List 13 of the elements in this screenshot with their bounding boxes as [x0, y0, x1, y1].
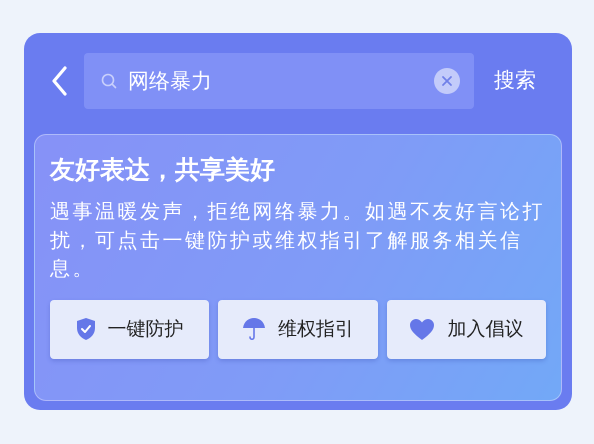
back-icon — [51, 66, 67, 96]
action-button[interactable]: 一键防护 — [50, 300, 210, 358]
search-icon — [101, 73, 117, 89]
clear-button[interactable] — [434, 68, 460, 94]
heart-icon — [409, 318, 436, 340]
shield-icon — [76, 317, 96, 341]
action-button[interactable]: 加入倡议 — [386, 300, 546, 358]
card-description: 遇事温暖发声，拒绝网络暴力。如遇不友好言论打扰，可点击一键防护或维权指引了解服务相关信息。 — [50, 198, 545, 282]
card-title: 友好表达，共享美好 — [50, 154, 276, 186]
umbrella-icon — [242, 316, 266, 342]
search-button[interactable]: 搜索 — [494, 65, 536, 97]
action-button[interactable]: 维权指引 — [218, 300, 378, 358]
clear-icon — [434, 68, 460, 94]
